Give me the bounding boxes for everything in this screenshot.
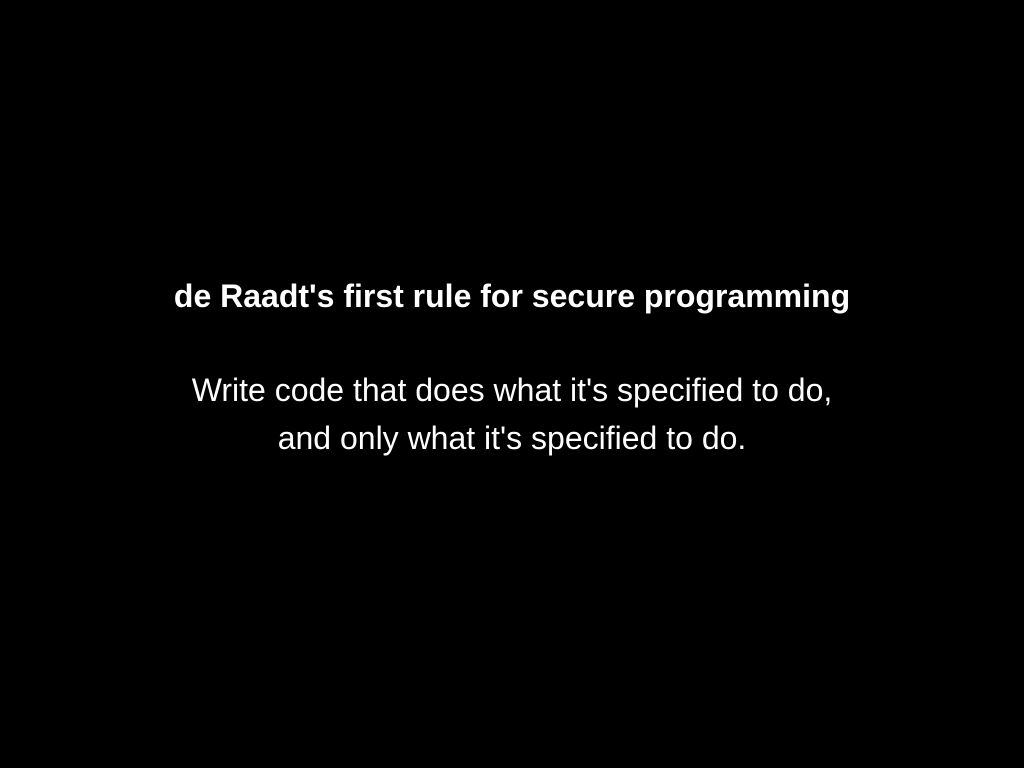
body-line-1: Write code that does what it's specified… [191, 372, 833, 408]
body-line-2: and only what it's specified to do. [277, 420, 747, 456]
presentation-slide: de Raadt's first rule for secure program… [0, 0, 1024, 768]
slide-body: Write code that does what it's specified… [0, 366, 1024, 462]
slide-title: de Raadt's first rule for secure program… [173, 278, 851, 314]
